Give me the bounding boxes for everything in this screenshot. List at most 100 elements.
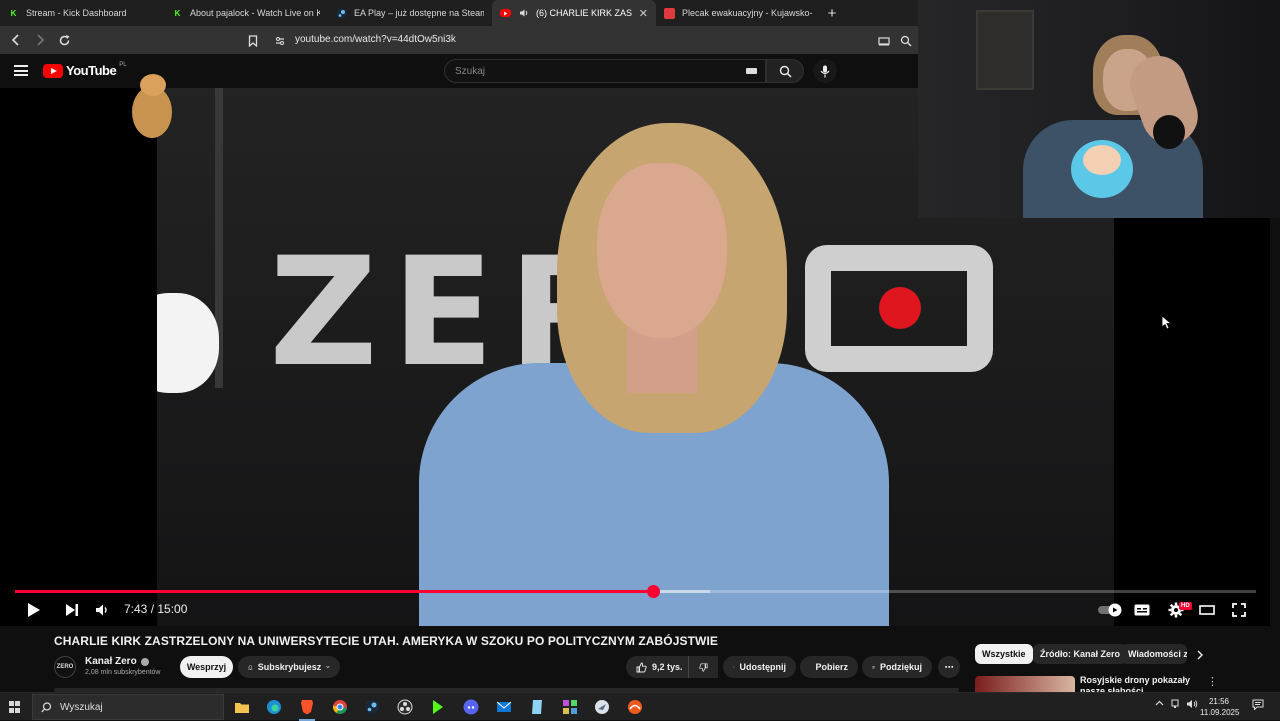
speaker-icon[interactable] (518, 8, 529, 19)
subtitles-button[interactable] (1132, 600, 1152, 620)
keyboard-icon[interactable] (746, 68, 757, 74)
mute-button[interactable] (92, 600, 112, 620)
subtitles-icon (1134, 604, 1150, 616)
edge-icon[interactable] (264, 697, 284, 717)
notifications-icon[interactable] (1252, 699, 1264, 712)
mail-icon[interactable] (494, 697, 514, 717)
hamster-head (140, 74, 166, 96)
progress-scrubber[interactable] (647, 585, 660, 598)
forward-icon[interactable] (30, 30, 50, 50)
tab-youtube-active[interactable]: (6) CHARLIE KIRK ZASTRZELO ✕ (492, 0, 656, 26)
channel-logo-record-dot (879, 287, 921, 329)
menu-icon[interactable] (14, 65, 28, 76)
recommended-video-menu-icon[interactable]: ⋮ (1207, 675, 1218, 688)
kick-taskbar-icon[interactable] (428, 697, 448, 717)
dislike-button[interactable] (688, 656, 718, 678)
orange-app-icon[interactable] (625, 697, 645, 717)
obs-icon[interactable] (395, 697, 415, 717)
subscribe-button[interactable]: Subskrybujesz (238, 656, 340, 678)
chrome-icon[interactable] (330, 697, 350, 717)
search-icon (41, 702, 52, 713)
voice-search-button[interactable] (813, 59, 837, 83)
fullscreen-icon (1232, 603, 1246, 617)
like-count: 9,2 tys. (652, 662, 683, 672)
bookmark-red-icon (664, 8, 675, 19)
theater-mode-icon (1199, 605, 1215, 615)
video-title: CHARLIE KIRK ZASTRZELONY NA UNIWERSYTECI… (54, 634, 718, 648)
fullscreen-button[interactable] (1229, 600, 1249, 620)
search-button[interactable] (766, 59, 804, 83)
windows-start-icon[interactable] (9, 701, 21, 713)
country-code: PL (119, 62, 126, 68)
webcam-microphone (1153, 115, 1185, 149)
clock-date: 11.09.2025 (1200, 707, 1238, 718)
url-field[interactable]: youtube.com/watch?v=44dtOw5ni3k (244, 30, 916, 50)
youtube-logo-icon (43, 64, 63, 78)
chips-next-icon[interactable] (1196, 648, 1204, 666)
bird-app-icon[interactable] (592, 697, 612, 717)
tab-steam[interactable]: EA Play – już dostępne na Steam (328, 0, 492, 26)
file-explorer-icon[interactable] (232, 697, 252, 717)
tab-label: EA Play – już dostępne na Steam (354, 8, 484, 18)
theater-mode-button[interactable] (1197, 600, 1217, 620)
chip-news[interactable]: Wiadomości z (1121, 644, 1187, 664)
thanks-label: Podziękuj (880, 662, 922, 672)
channel-avatar[interactable]: ZERO (54, 656, 76, 678)
progress-played (15, 590, 653, 593)
kick-icon: K (8, 8, 19, 19)
chip-all[interactable]: Wszystkie (975, 644, 1033, 664)
more-actions-button[interactable]: ⋯ (938, 656, 960, 678)
next-icon (65, 603, 79, 617)
tab-kick-about[interactable]: K About pajalock - Watch Live on Kick (164, 0, 328, 26)
volume-tray-icon[interactable] (1186, 699, 1198, 711)
share-icon (733, 662, 735, 672)
game-launcher-icon[interactable] (560, 697, 580, 717)
url-text: youtube.com/watch?v=44dtOw5ni3k (295, 34, 456, 45)
tab-label: Plecak ewakuacyjny - Kujawsko-Pomo (682, 8, 812, 18)
channel-name[interactable]: Kanał Zero (85, 656, 137, 667)
brave-icon[interactable] (297, 697, 317, 717)
taskbar-search[interactable]: Wyszukaj (32, 694, 224, 720)
taskbar-search-label: Wyszukaj (60, 702, 103, 713)
tray-chevron-icon[interactable] (1155, 699, 1164, 710)
mouse-cursor-icon (1162, 316, 1172, 335)
search-icon (779, 65, 792, 78)
network-icon[interactable] (1170, 699, 1180, 711)
notes-icon[interactable] (527, 697, 547, 717)
tab-close-icon[interactable]: ✕ (639, 7, 648, 20)
webcam-overlay (918, 0, 1280, 218)
thanks-button[interactable]: $ Podziękuj (862, 656, 932, 678)
youtube-logo-text: YouTube (66, 63, 116, 78)
chip-source-channel[interactable]: Źródło: Kanał Zero (1033, 644, 1127, 664)
back-icon[interactable] (6, 30, 26, 50)
channel-name-row[interactable]: Kanał Zero (85, 656, 149, 667)
site-settings-icon[interactable] (274, 34, 286, 52)
download-button[interactable]: Pobierz (800, 656, 858, 678)
autoplay-toggle[interactable] (1096, 600, 1124, 620)
verified-icon (141, 658, 149, 666)
address-bar: youtube.com/watch?v=44dtOw5ni3k (0, 26, 918, 54)
reload-icon[interactable] (54, 30, 74, 50)
next-button[interactable] (62, 600, 82, 620)
tab-kick-dashboard[interactable]: K Stream - Kick Dashboard (0, 0, 164, 26)
support-button[interactable]: Wesprzyj (180, 656, 233, 678)
search-placeholder: Szukaj (455, 66, 485, 77)
bell-icon (248, 662, 253, 673)
taskbar-clock[interactable]: 21:56 11.09.2025 (1200, 696, 1238, 718)
thumbs-up-icon (636, 662, 647, 673)
discord-icon[interactable] (461, 697, 481, 717)
kick-icon: K (172, 8, 183, 19)
play-button[interactable] (24, 600, 44, 620)
windows-taskbar: Wyszukaj 21:5 (0, 692, 1280, 720)
steam-taskbar-icon[interactable] (362, 697, 382, 717)
bookmark-icon[interactable] (248, 34, 258, 52)
progress-bar[interactable] (15, 590, 1256, 593)
search-input[interactable]: Szukaj (444, 59, 766, 83)
share-button[interactable]: Udostępnij (723, 656, 796, 678)
tab-plecak[interactable]: Plecak ewakuacyjny - Kujawsko-Pomo (656, 0, 820, 26)
tab-label: (6) CHARLIE KIRK ZASTRZELO (536, 8, 632, 18)
youtube-logo[interactable]: YouTube PL (43, 63, 127, 78)
reader-mode-icon[interactable] (878, 34, 890, 52)
new-tab-button[interactable]: + (820, 0, 844, 26)
zoom-icon[interactable] (900, 34, 912, 52)
